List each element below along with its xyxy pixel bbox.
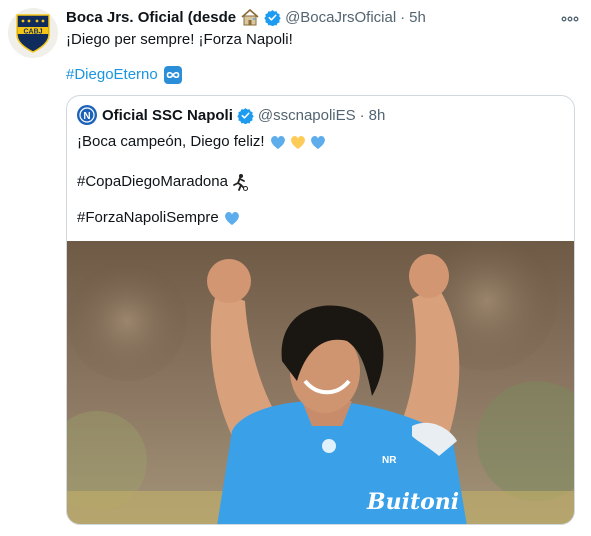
separator-dot: ·: [359, 106, 365, 124]
hearts-emoji-group: [269, 133, 329, 151]
house-emoji-icon: [240, 8, 260, 26]
quoted-line-2: #CopaDiegoMaradona: [77, 172, 248, 192]
tweet-header: Boca Jrs. Oficial (desde @BocaJrsOficial…: [66, 6, 581, 28]
separator-dot: ·: [400, 8, 406, 26]
tweet-hashtag-row: #DiegoEterno: [66, 65, 182, 85]
author-handle[interactable]: @BocaJrsOficial: [285, 9, 396, 26]
avatar-text: CABJ: [23, 28, 42, 35]
quoted-header: N Oficial SSC Napoli @sscnapoliES · 8h: [77, 105, 385, 125]
quoted-photo[interactable]: Buitoni NR: [67, 241, 574, 524]
boca-crest-icon: CABJ: [16, 14, 50, 53]
author-name[interactable]: Boca Jrs. Oficial (desde: [66, 9, 236, 26]
more-options-icon[interactable]: [561, 10, 579, 28]
quoted-avatar[interactable]: N: [77, 105, 97, 125]
hearts-icon: [270, 136, 325, 149]
tweet-text: ¡Diego per sempre! ¡Forza Napoli!: [66, 31, 293, 48]
quoted-hashtag-1[interactable]: #CopaDiegoMaradona: [77, 172, 228, 192]
verified-badge-icon: [264, 9, 281, 26]
infinity-emoji-icon: [163, 66, 182, 84]
avatar[interactable]: CABJ: [8, 8, 58, 58]
hashtag-link[interactable]: #DiegoEterno: [66, 65, 158, 85]
quoted-avatar-text: N: [83, 111, 90, 122]
quoted-line-3: #ForzaNapoliSempre: [77, 208, 241, 228]
verified-badge-icon: [237, 107, 254, 124]
quoted-author-handle[interactable]: @sscnapoliES: [258, 107, 356, 124]
quoted-timestamp[interactable]: 8h: [369, 107, 386, 124]
quoted-text: ¡Boca campeón, Diego feliz!: [77, 133, 265, 150]
svg-text:NR: NR: [382, 455, 397, 466]
timestamp[interactable]: 5h: [409, 9, 426, 26]
soccer-player-icon: [232, 173, 248, 191]
quoted-line-1: ¡Boca campeón, Diego feliz!: [77, 132, 329, 152]
player-celebrating-image: Buitoni NR: [67, 241, 574, 524]
blue-heart-icon: [223, 209, 241, 227]
quoted-author-name[interactable]: Oficial SSC Napoli: [102, 107, 233, 124]
shirt-sponsor-text: Buitoni: [366, 489, 459, 515]
quoted-hashtag-2[interactable]: #ForzaNapoliSempre: [77, 208, 219, 228]
quoted-tweet[interactable]: N Oficial SSC Napoli @sscnapoliES · 8h ¡…: [66, 95, 575, 525]
